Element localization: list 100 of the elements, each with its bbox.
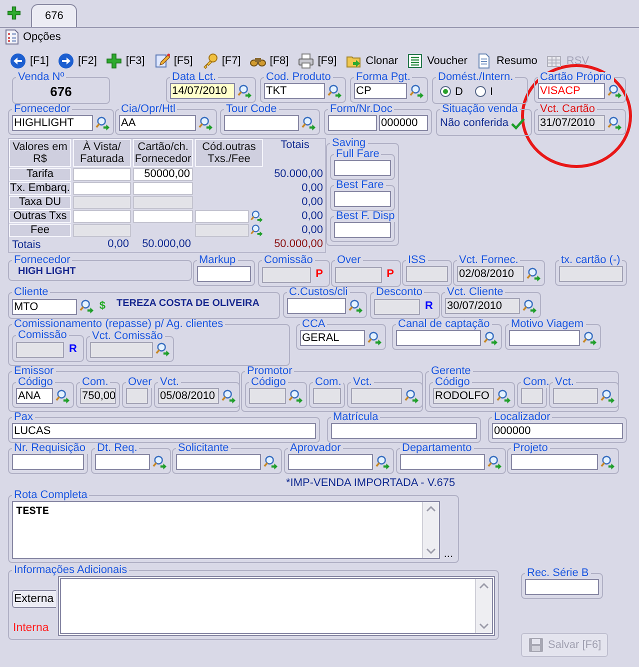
more-button[interactable]: ... xyxy=(442,549,455,559)
text-field[interactable] xyxy=(334,160,391,176)
text-field[interactable]: CP xyxy=(354,83,407,99)
text-field[interactable] xyxy=(90,342,153,358)
text-field[interactable]: AA xyxy=(119,115,196,131)
search-icon[interactable] xyxy=(221,388,236,404)
search-icon[interactable] xyxy=(155,342,170,357)
text-field[interactable] xyxy=(334,191,391,207)
table-input[interactable] xyxy=(73,168,131,181)
search-icon[interactable] xyxy=(600,454,615,470)
text-field[interactable] xyxy=(351,388,402,404)
toolbar-button[interactable]: Voucher xyxy=(407,53,468,69)
search-icon[interactable] xyxy=(327,84,342,98)
text-field[interactable] xyxy=(16,342,64,358)
search-icon[interactable] xyxy=(250,224,263,237)
toolbar-button[interactable]: [F2] xyxy=(58,53,97,69)
search-icon[interactable] xyxy=(404,388,419,404)
search-icon[interactable] xyxy=(526,266,541,282)
toolbar-button[interactable]: [F9] xyxy=(298,53,337,69)
table-input[interactable] xyxy=(195,210,249,223)
table-input[interactable] xyxy=(133,182,193,195)
table-input[interactable] xyxy=(73,196,131,209)
search-icon[interactable] xyxy=(263,454,278,470)
search-icon[interactable] xyxy=(55,388,70,404)
text-field[interactable] xyxy=(525,579,599,595)
text-field[interactable] xyxy=(335,266,382,282)
table-input[interactable] xyxy=(133,196,193,209)
text-field[interactable]: 14/07/2010 xyxy=(170,83,235,99)
side-tab[interactable]: Externa xyxy=(12,590,56,608)
text-field[interactable] xyxy=(511,454,598,470)
text-field[interactable]: 000000 xyxy=(492,423,623,439)
text-field[interactable] xyxy=(331,423,477,439)
text-field[interactable]: 000000 xyxy=(379,115,428,131)
text-field[interactable] xyxy=(328,115,377,131)
text-field[interactable] xyxy=(126,388,148,404)
text-field[interactable]: 05/08/2010 xyxy=(158,388,219,404)
text-field[interactable] xyxy=(313,388,341,404)
text-field[interactable] xyxy=(509,330,580,346)
text-field[interactable] xyxy=(559,266,623,282)
text-field[interactable]: ANA xyxy=(16,388,53,404)
search-icon[interactable] xyxy=(487,454,502,470)
text-field[interactable] xyxy=(262,266,311,282)
text-field[interactable]: 31/07/2010 xyxy=(538,115,605,131)
search-icon[interactable] xyxy=(522,298,537,314)
text-field[interactable] xyxy=(287,298,346,314)
search-icon[interactable] xyxy=(250,210,263,223)
search-icon[interactable] xyxy=(607,116,622,130)
text-field[interactable] xyxy=(12,454,84,470)
text-field[interactable] xyxy=(224,115,299,131)
text-field[interactable]: VISACP xyxy=(538,83,605,99)
toolbar-button[interactable]: Clonar xyxy=(346,53,398,69)
text-field[interactable] xyxy=(95,454,150,470)
search-icon[interactable] xyxy=(367,330,382,346)
text-field[interactable] xyxy=(288,454,373,470)
toolbar-button[interactable]: [F3] xyxy=(106,53,145,69)
toolbar-button[interactable]: [F1] xyxy=(10,53,49,69)
options-menu[interactable]: Opções xyxy=(0,28,66,46)
toolbar-button[interactable]: [F5] xyxy=(154,53,193,69)
toolbar-button[interactable]: [F7] xyxy=(202,53,241,69)
text-field[interactable]: 30/07/2010 xyxy=(445,298,520,314)
text-field[interactable] xyxy=(176,454,261,470)
table-input[interactable] xyxy=(195,224,249,237)
search-icon[interactable] xyxy=(375,454,390,470)
text-field[interactable]: TKT xyxy=(264,83,325,99)
search-icon[interactable] xyxy=(301,116,316,130)
text-field[interactable] xyxy=(521,388,543,404)
search-icon[interactable] xyxy=(198,116,213,130)
text-field[interactable] xyxy=(553,388,598,404)
search-icon[interactable] xyxy=(496,388,511,404)
search-icon[interactable] xyxy=(348,298,363,314)
text-field[interactable] xyxy=(406,266,448,282)
radio-button[interactable]: I xyxy=(470,83,500,100)
search-icon[interactable] xyxy=(95,116,110,130)
plus-icon[interactable] xyxy=(7,6,21,20)
radio-button[interactable]: D xyxy=(436,83,469,100)
toolbar-button[interactable]: Resumo xyxy=(476,53,538,69)
notes-field[interactable] xyxy=(58,576,495,636)
table-input[interactable]: 50000,00 xyxy=(133,168,193,181)
search-icon[interactable] xyxy=(607,84,622,98)
table-input[interactable] xyxy=(73,210,131,223)
document-tab[interactable]: 676 xyxy=(31,4,78,27)
route-field[interactable]: TESTE xyxy=(12,501,440,559)
scrollbar[interactable] xyxy=(422,502,439,558)
text-field[interactable]: HIGHLIGHT xyxy=(12,115,93,131)
text-field[interactable] xyxy=(334,222,391,238)
text-field[interactable] xyxy=(396,330,481,346)
text-field[interactable]: RODOLFO xyxy=(433,388,494,404)
search-icon[interactable] xyxy=(152,454,167,470)
table-input[interactable] xyxy=(73,182,131,195)
text-field[interactable]: LUCAS xyxy=(12,423,316,439)
search-icon[interactable] xyxy=(288,388,303,404)
text-field[interactable] xyxy=(197,266,251,282)
search-icon[interactable] xyxy=(483,330,498,346)
text-field[interactable]: 750,00 xyxy=(80,388,116,404)
search-icon[interactable] xyxy=(79,299,94,314)
text-field[interactable]: 02/08/2010 xyxy=(457,266,524,282)
search-icon[interactable] xyxy=(409,84,424,98)
text-field[interactable]: MTO xyxy=(12,298,78,314)
scrollbar[interactable] xyxy=(475,579,492,633)
text-field[interactable] xyxy=(374,298,420,314)
